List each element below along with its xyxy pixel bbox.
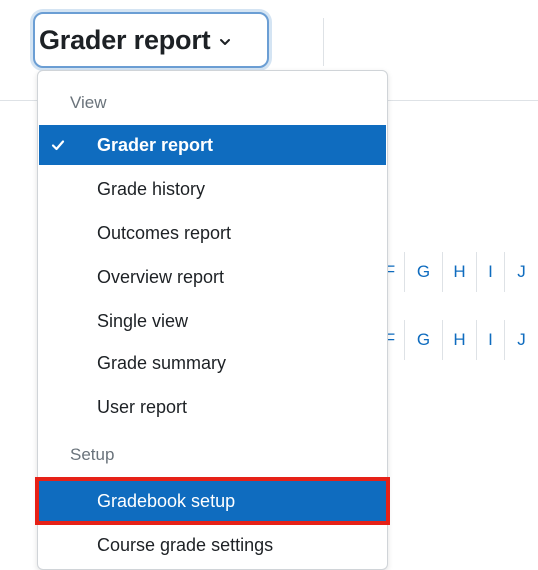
firstname-initials-bar: F G H I J (376, 252, 538, 292)
menu-item-grade-summary[interactable]: Grade summary (39, 343, 386, 383)
header-vertical-divider (323, 18, 324, 66)
initial-link[interactable]: I (476, 320, 504, 360)
initial-link[interactable]: G (404, 320, 442, 360)
report-select-button[interactable]: Grader report (33, 12, 269, 68)
initial-link[interactable]: H (442, 320, 476, 360)
menu-item-label: Grade summary (97, 353, 227, 373)
menu-section-header-setup: Setup (70, 445, 115, 464)
initial-link[interactable]: J (504, 252, 538, 292)
menu-item-course-grade-settings[interactable]: Course grade settings (39, 525, 386, 565)
chevron-down-icon (220, 39, 231, 45)
menu-item-label: Grade history (97, 179, 206, 199)
menu-item-label: Outcomes report (97, 223, 232, 243)
initial-link[interactable]: J (504, 320, 538, 360)
menu-item-label: Gradebook setup (97, 491, 236, 511)
initial-link[interactable]: I (476, 252, 504, 292)
menu-item-label: Course grade settings (97, 535, 274, 555)
report-dropdown-menu: View Grader report Grade history Outcome… (35, 70, 390, 570)
report-select-label: Grader report (39, 24, 211, 55)
menu-item-grade-history[interactable]: Grade history (39, 169, 386, 209)
lastname-initials-bar: F G H I J (376, 320, 538, 360)
menu-item-label: Grader report (97, 135, 214, 155)
menu-item-grader-report[interactable]: Grader report (39, 125, 386, 165)
menu-item-single-view[interactable]: Single view (39, 301, 386, 341)
initial-link[interactable]: H (442, 252, 476, 292)
menu-item-label: Overview report (97, 267, 225, 287)
initial-link[interactable]: G (404, 252, 442, 292)
menu-item-gradebook-setup[interactable]: Gradebook setup (35, 477, 390, 525)
menu-item-outcomes-report[interactable]: Outcomes report (39, 213, 386, 253)
menu-item-overview-report[interactable]: Overview report (39, 257, 386, 297)
menu-item-label: Single view (97, 311, 189, 331)
menu-section-header-view: View (70, 93, 107, 112)
check-icon (51, 140, 65, 151)
menu-item-user-report[interactable]: User report (39, 387, 386, 427)
menu-item-label: User report (97, 397, 188, 417)
